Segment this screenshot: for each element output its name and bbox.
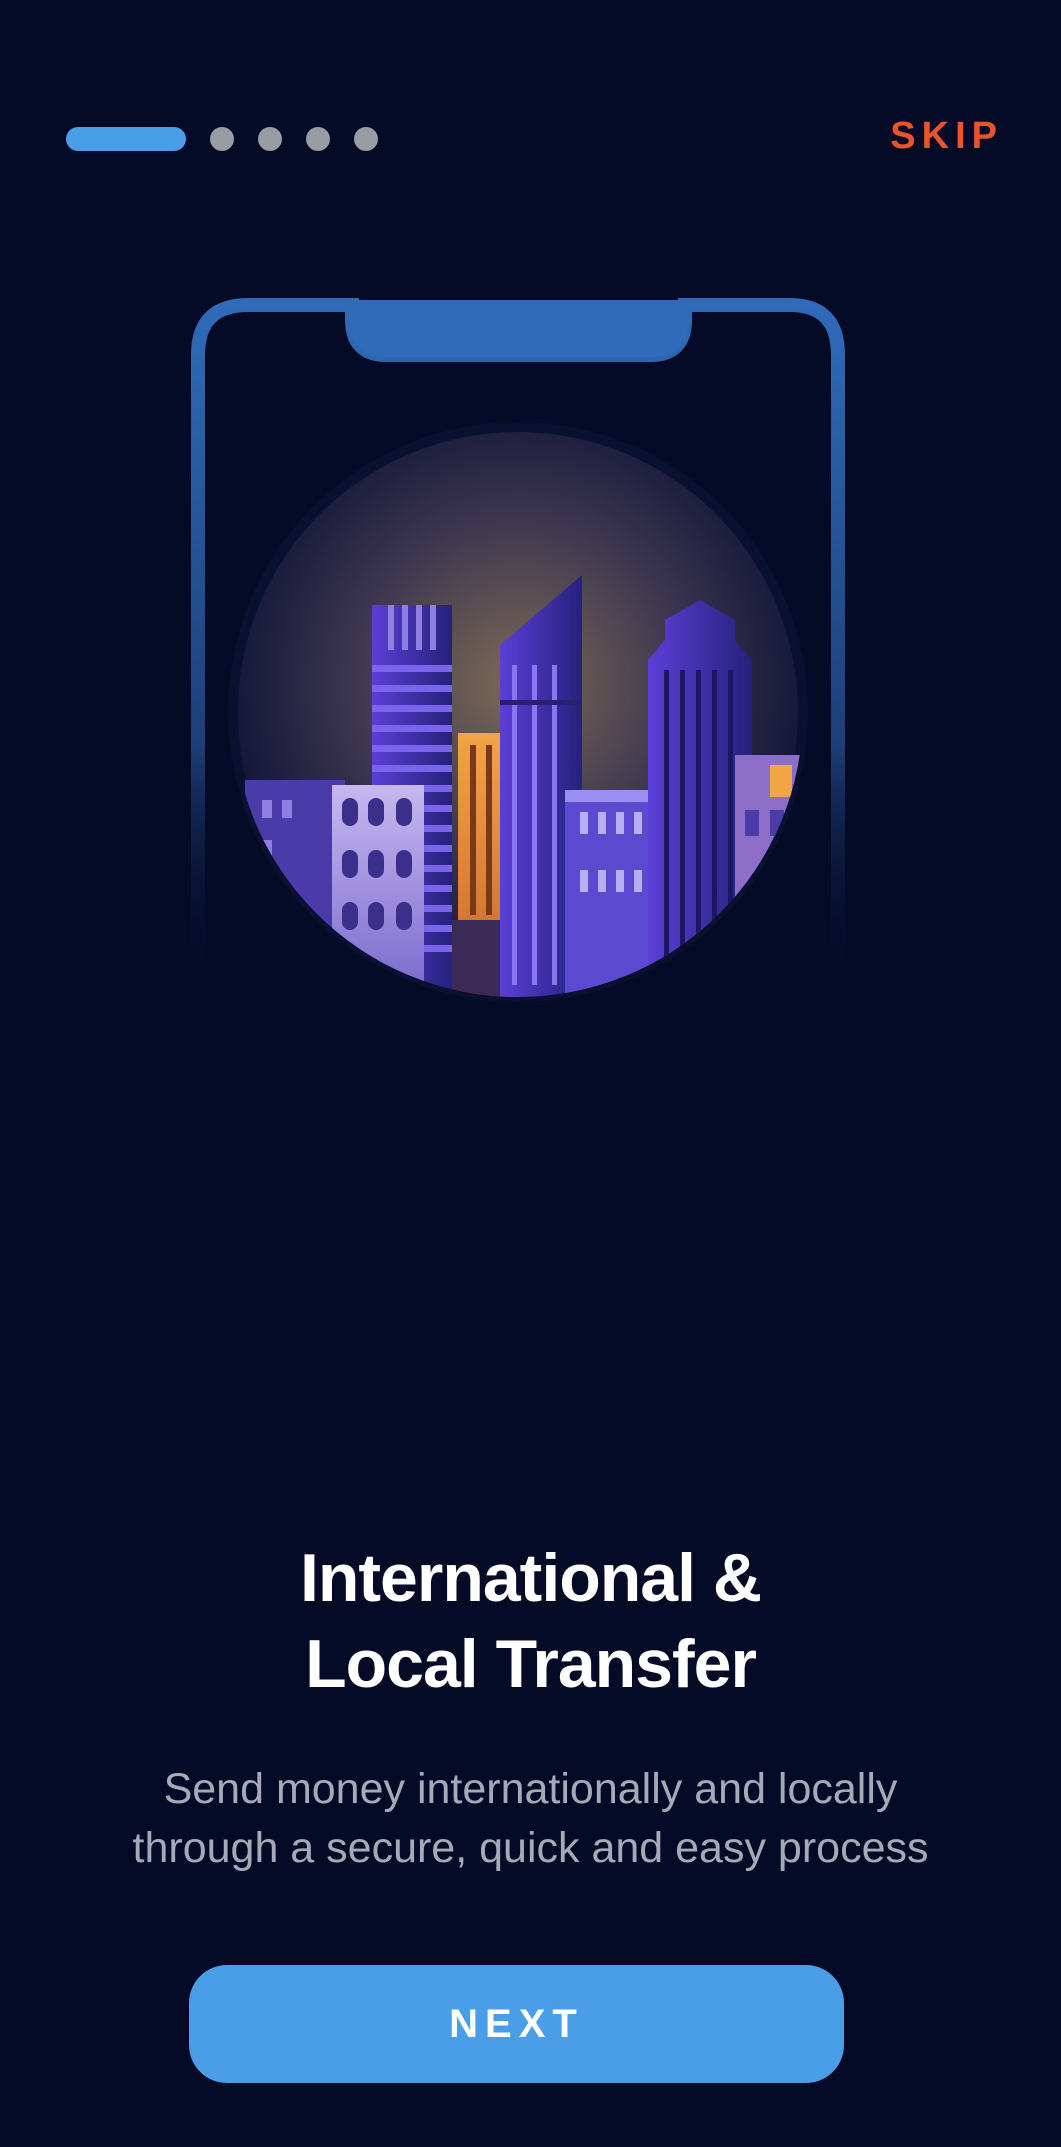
page-indicator-dot[interactable] [210, 127, 234, 151]
title-line: Local Transfer [305, 1626, 757, 1702]
onboarding-title: International & Local Transfer [0, 1535, 1061, 1707]
skip-button[interactable]: SKIP [890, 115, 1003, 158]
subtitle-line: Send money internationally and locally [163, 1765, 898, 1813]
page-indicator-dot[interactable] [354, 127, 378, 151]
next-button[interactable]: NEXT [189, 1965, 844, 2083]
page-indicator-active [66, 127, 186, 151]
subtitle-line: through a secure, quick and easy process [132, 1824, 929, 1872]
onboarding-subtitle: Send money internationally and locally t… [0, 1760, 1061, 1878]
city-phone-illustration [191, 298, 845, 1002]
page-indicator-dot[interactable] [306, 127, 330, 151]
onboarding-screen: SKIP International & Local Transfer Send… [0, 0, 1061, 2147]
title-line: International & [299, 1540, 762, 1616]
page-indicator-dot[interactable] [258, 127, 282, 151]
page-indicator [66, 127, 378, 151]
